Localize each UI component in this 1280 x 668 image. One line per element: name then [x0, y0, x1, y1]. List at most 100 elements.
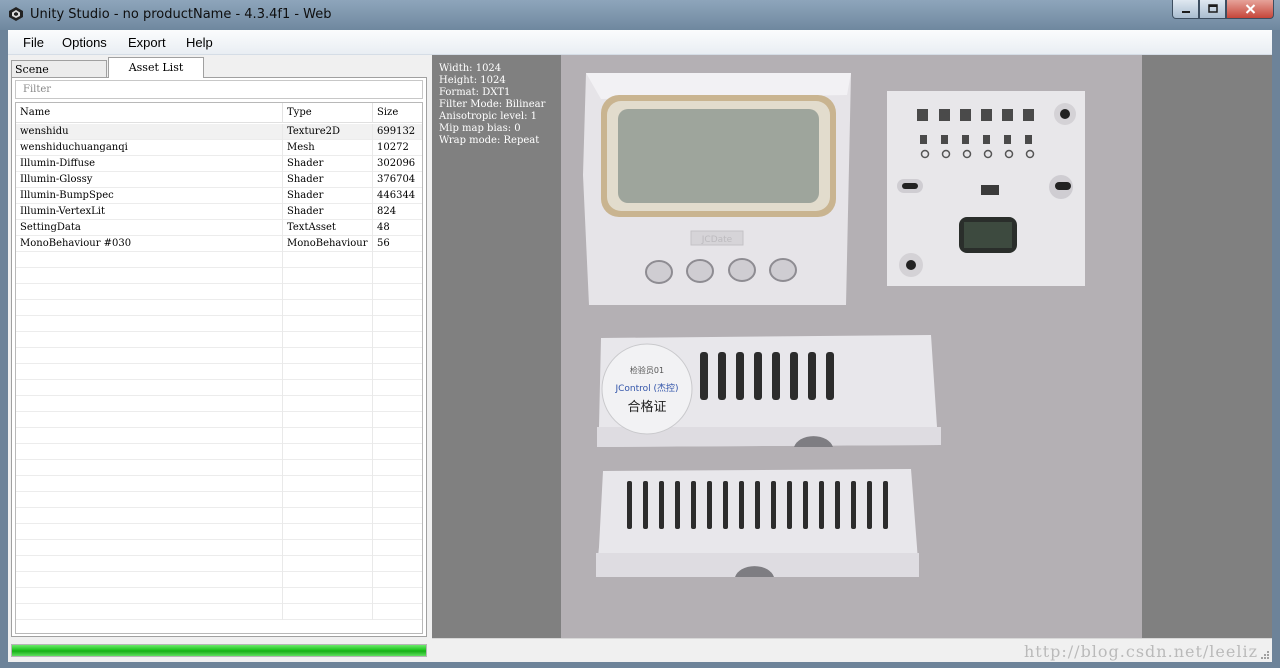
- empty-table-row: [16, 572, 422, 588]
- empty-table-row: [16, 364, 422, 380]
- cell-name: MonoBehaviour #030: [16, 236, 283, 252]
- cell-size: [373, 396, 422, 412]
- cell-name: [16, 508, 283, 524]
- cell-type: [283, 364, 373, 380]
- texture-info-line: Filter Mode: Bilinear: [439, 99, 546, 110]
- empty-table-row: [16, 268, 422, 284]
- cell-name: wenshidu: [16, 124, 283, 140]
- cell-name: [16, 444, 283, 460]
- empty-table-row: [16, 380, 422, 396]
- empty-table-row: [16, 588, 422, 604]
- cell-type: [283, 540, 373, 556]
- cell-size: 10272: [377, 142, 409, 153]
- cell-name: [16, 604, 283, 620]
- cell-type: Shader: [283, 156, 373, 172]
- empty-table-row: [16, 444, 422, 460]
- cell-name: [16, 524, 283, 540]
- cell-type: [283, 284, 373, 300]
- cell-size: 446344: [377, 190, 416, 201]
- cell-size: [373, 524, 422, 540]
- cell-type: [283, 300, 373, 316]
- filter-input[interactable]: Filter: [15, 80, 423, 99]
- cell-name: [16, 284, 283, 300]
- cell-type: [283, 428, 373, 444]
- empty-table-row: [16, 316, 422, 332]
- cell-size: [373, 412, 422, 428]
- cell-type: [283, 316, 373, 332]
- table-header: Name Type Size: [16, 103, 422, 123]
- cell-type: [283, 252, 373, 268]
- table-row[interactable]: Illumin-Glossy Shader 376704: [16, 172, 422, 188]
- column-header-type[interactable]: Type: [283, 103, 373, 123]
- maximize-button[interactable]: [1199, 0, 1226, 19]
- cell-size: [373, 476, 422, 492]
- asset-panel: Scene Hierarchy Asset List Filter Name T…: [10, 57, 428, 660]
- empty-table-row: [16, 604, 422, 620]
- menu-export[interactable]: Export: [128, 35, 166, 50]
- column-header-size[interactable]: Size: [373, 103, 422, 123]
- cell-name: [16, 460, 283, 476]
- cell-type: [283, 572, 373, 588]
- table-row[interactable]: wenshidu Texture2D 699132: [16, 124, 422, 140]
- menu-bar: File Options Export Help: [8, 30, 1272, 55]
- watermark-text: http://blog.csdn.net/leeliz: [1023, 642, 1258, 661]
- cell-type: [283, 556, 373, 572]
- unity-logo-icon: [9, 7, 23, 21]
- title-bar[interactable]: Unity Studio - no productName - 4.3.4f1 …: [0, 0, 1280, 30]
- cell-size: [373, 444, 422, 460]
- cell-size: [373, 316, 422, 332]
- cell-type: Mesh: [283, 140, 373, 156]
- cell-type: [283, 268, 373, 284]
- cell-name: [16, 540, 283, 556]
- maximize-icon: [1207, 4, 1218, 13]
- texture-info-line: Anisotropic level: 1: [439, 111, 538, 122]
- asset-table[interactable]: Name Type Size wenshidu Texture2D 699132 we…: [15, 102, 423, 634]
- table-row[interactable]: Illumin-Diffuse Shader 302096: [16, 156, 422, 172]
- menu-help[interactable]: Help: [186, 35, 213, 50]
- menu-file[interactable]: File: [23, 35, 44, 50]
- table-row[interactable]: wenshiduchuanganqi Mesh 10272: [16, 140, 422, 156]
- cell-type: Shader: [283, 172, 373, 188]
- cell-size: [373, 460, 422, 476]
- cell-type: [283, 460, 373, 476]
- empty-table-row: [16, 428, 422, 444]
- cell-type: [283, 348, 373, 364]
- minimize-button[interactable]: [1172, 0, 1199, 19]
- sticker-cert-label: 合格证: [627, 399, 666, 415]
- cell-name: [16, 300, 283, 316]
- close-button[interactable]: [1226, 0, 1274, 19]
- cell-type: [283, 332, 373, 348]
- cell-size: [373, 556, 422, 572]
- cell-name: [16, 332, 283, 348]
- texture-info-line: Format: DXT1: [439, 87, 511, 98]
- texture-info-line: Mip map bias: 0: [439, 123, 521, 134]
- lcd-brand-label: JCDate: [701, 235, 733, 245]
- texture-info-line: Height: 1024: [439, 75, 506, 86]
- cell-size: 699132: [377, 126, 416, 137]
- empty-table-row: [16, 508, 422, 524]
- table-row[interactable]: SettingData TextAsset 48: [16, 220, 422, 236]
- empty-table-row: [16, 332, 422, 348]
- cell-name: [16, 572, 283, 588]
- minimize-icon: [1181, 11, 1190, 13]
- close-icon: [1245, 4, 1255, 14]
- tab-asset-list[interactable]: Asset List: [108, 57, 204, 78]
- table-row[interactable]: MonoBehaviour #030 MonoBehaviour 56: [16, 236, 422, 252]
- tab-scene-hierarchy[interactable]: Scene Hierarchy: [11, 60, 107, 94]
- table-row[interactable]: Illumin-BumpSpec Shader 446344: [16, 188, 422, 204]
- cell-name: [16, 316, 283, 332]
- cell-type: [283, 444, 373, 460]
- cell-name: [16, 396, 283, 412]
- empty-table-row: [16, 252, 422, 268]
- table-row[interactable]: Illumin-VertexLit Shader 824: [16, 204, 422, 220]
- column-header-name[interactable]: Name: [16, 103, 283, 123]
- menu-options[interactable]: Options: [62, 35, 107, 50]
- cell-size: [373, 492, 422, 508]
- cell-size: 56: [377, 238, 390, 249]
- resize-grip-icon[interactable]: [1260, 650, 1270, 660]
- cell-type: Shader: [283, 204, 373, 220]
- cell-name: Illumin-BumpSpec: [16, 188, 283, 204]
- cell-type: [283, 412, 373, 428]
- texture-info-line: Width: 1024: [439, 63, 502, 74]
- cell-size: [373, 300, 422, 316]
